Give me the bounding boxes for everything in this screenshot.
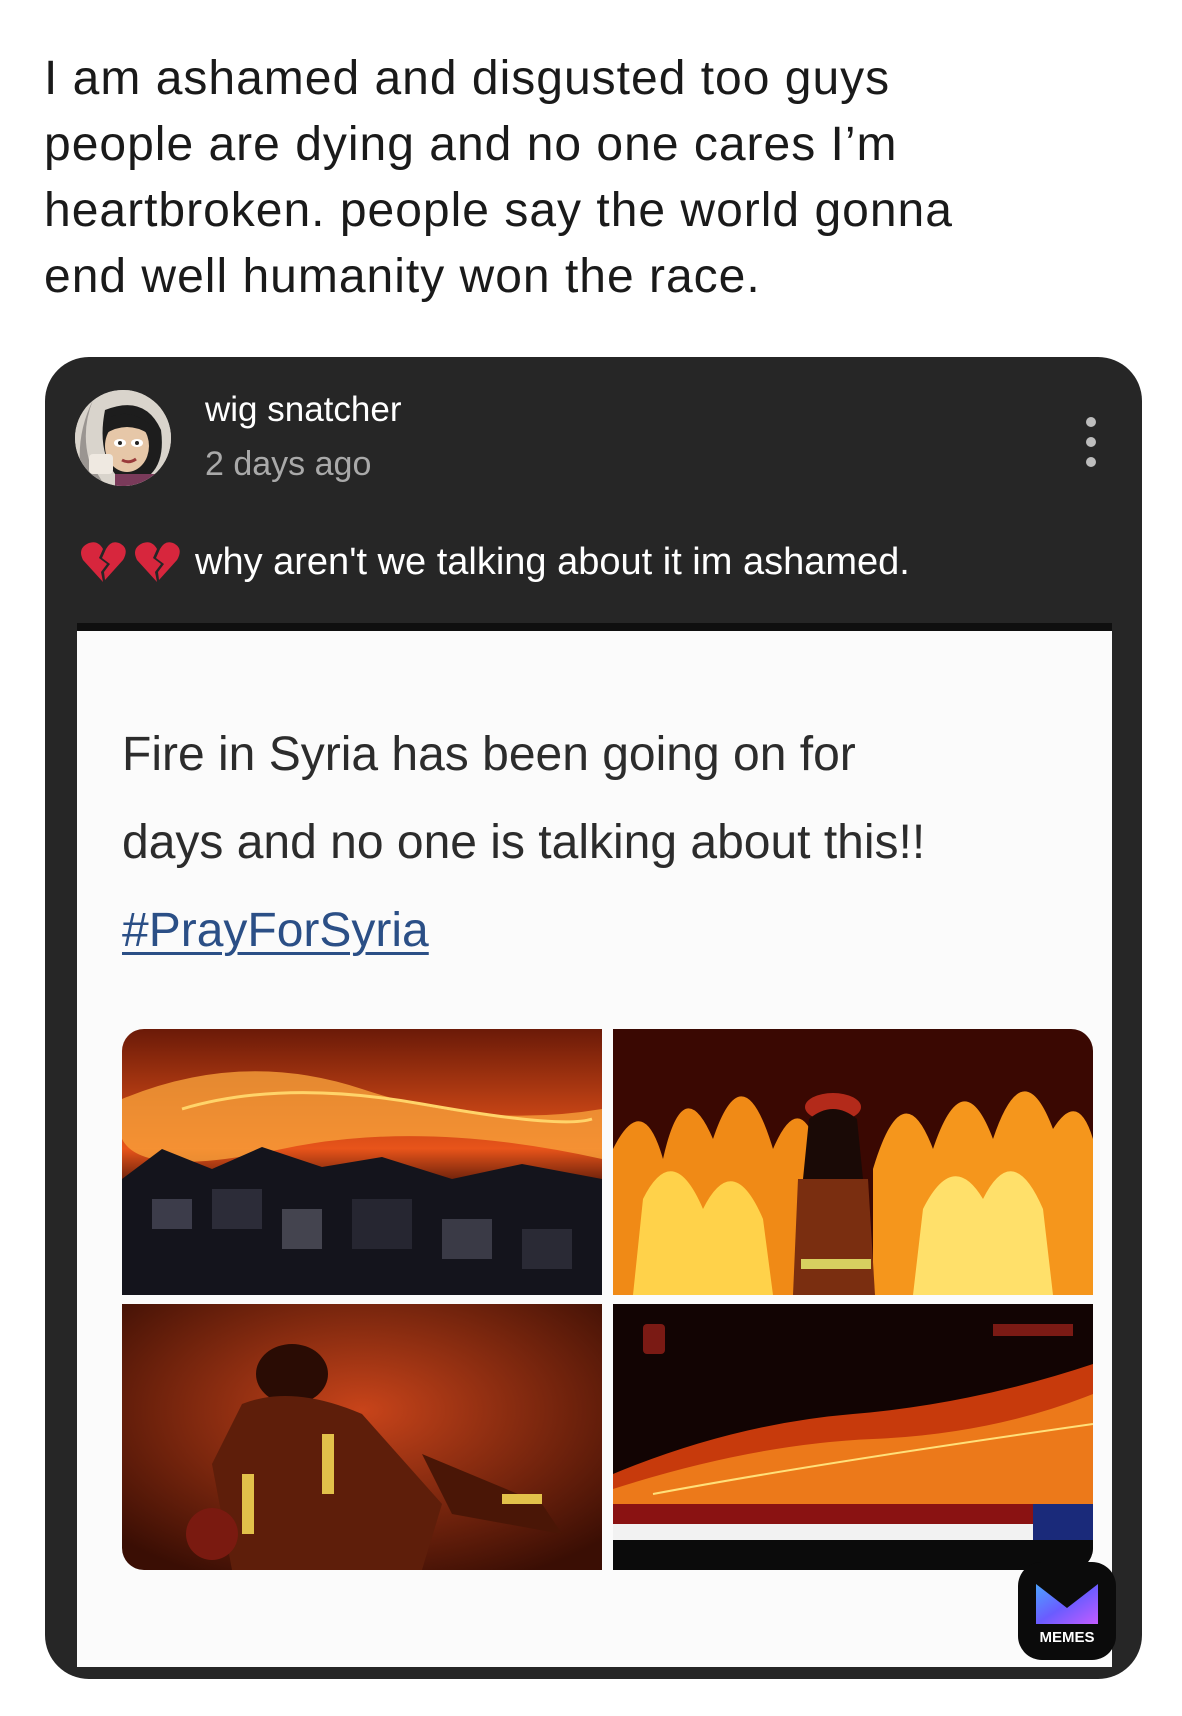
tweet-line-2: days and no one is talking about this!! [122, 816, 926, 869]
tweet-line-1: Fire in Syria has been going on for [122, 728, 856, 781]
firefighter-flames-photo [613, 1029, 1093, 1295]
hashtag-link[interactable]: #PrayForSyria [122, 904, 429, 957]
memes-logo-label: MEMES [1039, 1629, 1094, 1646]
caption-line-2: people are dying and no one cares I’m [44, 118, 898, 171]
avatar[interactable] [75, 390, 171, 486]
post-username[interactable]: wig snatcher [205, 390, 401, 430]
wildfire-hillside-night-photo [122, 1029, 602, 1295]
broken-heart-icon [81, 542, 126, 582]
post-card: wig snatcher 2 days ago why aren't we ta… [45, 357, 1142, 1679]
firefighter-resting-photo [122, 1304, 602, 1570]
news-broadcast-fire-photo [613, 1304, 1093, 1570]
broken-heart-emoji [79, 540, 181, 584]
memes-watermark-logo: MEMES [1018, 1562, 1116, 1660]
caption-line-1: I am ashamed and disgusted too guys [44, 52, 891, 105]
cartoon-avatar-icon [75, 390, 171, 486]
broken-heart-icon [135, 542, 180, 582]
tweet-text: Fire in Syria has been going on for days… [122, 711, 1112, 975]
caption-line-3: heartbroken. people say the world gonna [44, 184, 953, 237]
post-text: why aren't we talking about it im ashame… [195, 540, 910, 583]
caption-line-4: end well humanity won the race. [44, 250, 761, 303]
meme-caption: I am ashamed and disgusted too guys peop… [44, 46, 1144, 310]
memes-logo-icon: MEMES [1036, 1584, 1098, 1646]
post-body: why aren't we talking about it im ashame… [79, 535, 910, 589]
more-vertical-icon[interactable] [1081, 417, 1101, 467]
post-timestamp: 2 days ago [205, 445, 372, 483]
embedded-tweet-screenshot: Fire in Syria has been going on for days… [77, 623, 1112, 1667]
